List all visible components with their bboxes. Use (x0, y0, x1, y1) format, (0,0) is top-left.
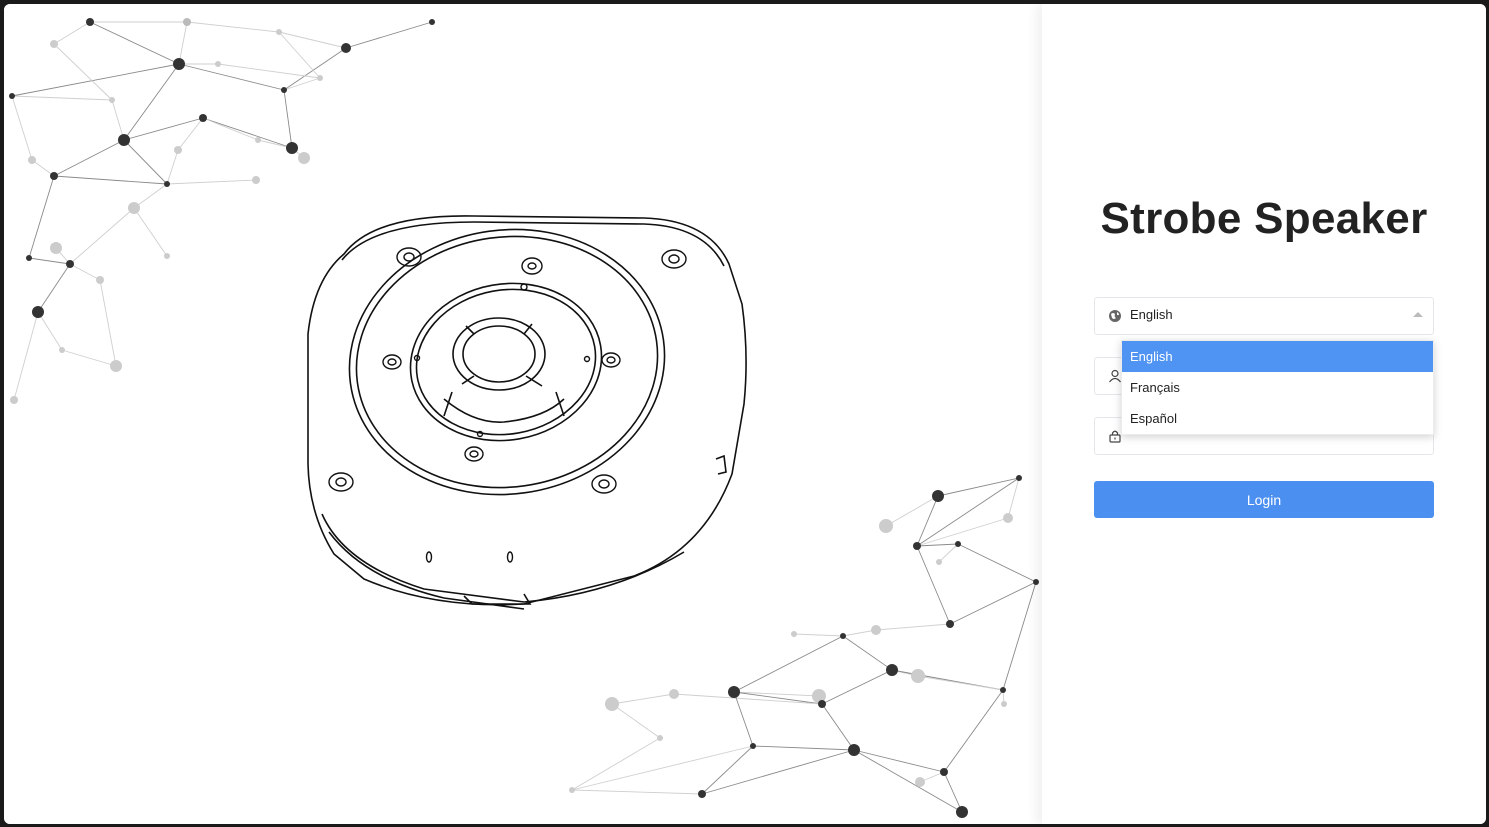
language-option-spanish[interactable]: Español (1122, 403, 1433, 434)
user-icon (1109, 369, 1121, 383)
app-title: Strobe Speaker (1100, 194, 1428, 243)
login-panel: Strobe Speaker English English Français … (1042, 4, 1486, 824)
lock-icon (1109, 430, 1121, 443)
globe-icon (1109, 310, 1121, 322)
language-option-english[interactable]: English (1122, 341, 1433, 372)
app-window: Strobe Speaker English English Français … (4, 4, 1486, 824)
language-select[interactable]: English (1094, 297, 1434, 335)
language-option-french[interactable]: Français (1122, 372, 1433, 403)
language-select-value: English (1130, 307, 1173, 322)
chevron-up-icon (1413, 312, 1423, 317)
login-button[interactable]: Login (1094, 481, 1434, 518)
speaker-illustration (307, 215, 747, 610)
language-dropdown-menu: English Français Español (1121, 340, 1434, 435)
hero-illustration-pane (4, 4, 1042, 824)
